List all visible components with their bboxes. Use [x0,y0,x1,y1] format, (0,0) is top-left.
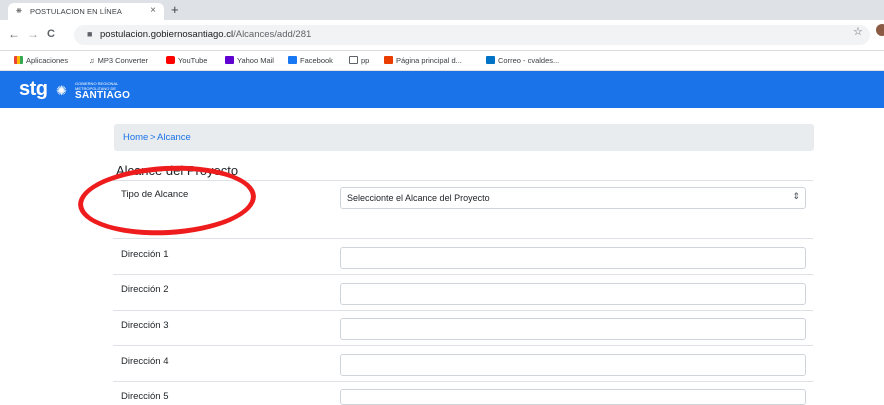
row-divider [113,310,813,311]
site-favicon-icon: ❋ [16,8,22,15]
outlook-icon [486,56,495,64]
direccion-4-input[interactable] [340,354,806,376]
direccion-2-input[interactable] [340,283,806,305]
youtube-icon [166,56,175,64]
forward-button[interactable]: → [27,27,39,41]
bookmark-mp3-converter[interactable]: ♫ MP3 Converter [89,56,148,65]
bookmarks-bar: Aplicaciones ♫ MP3 Converter YouTube Yaho… [0,51,884,71]
tab-close-icon[interactable]: × [150,5,156,16]
apps-grid-icon [14,56,23,64]
site-header: stg ✺ GOBIERNO REGIONAL METROPOLITANO DE … [0,71,884,108]
row-divider [113,274,813,275]
bookmark-pp[interactable]: pp [349,56,369,65]
bookmark-youtube[interactable]: YouTube [166,56,207,65]
music-note-icon: ♫ [89,56,95,65]
bookmark-pagina-principal[interactable]: Página principal d... [384,56,462,65]
bookmark-label: Correo - cvaldes... [498,56,560,65]
direccion-3-input[interactable] [340,318,806,340]
back-button[interactable]: ← [8,27,20,41]
tab-title: POSTULACION EN LÍNEA [30,7,123,16]
folder-icon [349,56,358,64]
logo-title: SANTIAGO [75,90,131,101]
bookmark-yahoo-mail[interactable]: Yahoo Mail [225,56,274,65]
bookmark-correo[interactable]: Correo - cvaldes... [486,56,559,65]
select-value: Seleccionte el Alcance del Proyecto [347,193,490,203]
direccion-1-input[interactable] [340,247,806,269]
office-icon [384,56,393,64]
bookmark-aplicaciones[interactable]: Aplicaciones [14,56,68,65]
new-tab-button[interactable]: + [171,2,179,17]
breadcrumb: Home > Alcance [114,124,814,151]
breadcrumb-home-link[interactable]: Home [123,132,148,143]
bookmark-star-icon[interactable]: ☆ [853,25,863,38]
red-annotation-ellipse [76,161,258,240]
tipo-alcance-select[interactable]: Seleccionte el Alcance del Proyecto ⇕ [340,187,806,209]
direccion-5-label: Dirección 5 [121,391,169,402]
address-bar-row: ← → C ■ postulacion.gobiernosantiago.cl/… [0,20,884,51]
site-logo[interactable]: stg [19,79,48,99]
browser-tab[interactable]: ❋ POSTULACION EN LÍNEA × [8,3,164,20]
direccion-4-label: Dirección 4 [121,356,169,367]
bookmark-label: pp [361,56,370,65]
direccion-3-label: Dirección 3 [121,320,169,331]
lock-icon: ■ [87,29,93,39]
row-divider [113,345,813,346]
select-arrows-icon: ⇕ [792,191,800,201]
url-input[interactable]: ■ postulacion.gobiernosantiago.cl/Alcanc… [74,25,870,45]
bookmark-label: YouTube [178,56,208,65]
breadcrumb-current-link[interactable]: Alcance [157,132,191,143]
reload-button[interactable]: C [47,28,55,40]
bookmark-label: MP3 Converter [97,56,149,65]
direccion-2-label: Dirección 2 [121,284,169,295]
url-host: postulacion.gobiernosantiago.cl [100,29,234,40]
bookmark-label: Facebook [300,56,333,65]
logo-emblem-icon: ✺ [56,83,67,98]
bookmark-label: Página principal d... [396,56,462,65]
url-text: postulacion.gobiernosantiago.cl/Alcances… [100,29,311,40]
bookmark-facebook[interactable]: Facebook [288,56,333,65]
browser-tab-strip: ❋ POSTULACION EN LÍNEA × + [0,0,884,20]
profile-avatar[interactable] [876,24,884,36]
yahoo-icon [225,56,234,64]
direccion-1-label: Dirección 1 [121,249,169,260]
row-divider [113,238,813,239]
bookmark-label: Aplicaciones [26,56,69,65]
facebook-icon [288,56,297,64]
url-path: /Alcances/add/281 [233,29,312,40]
direccion-5-input[interactable] [340,389,806,405]
breadcrumb-separator: > [150,132,156,143]
row-divider [113,381,813,382]
bookmark-label: Yahoo Mail [237,56,274,65]
